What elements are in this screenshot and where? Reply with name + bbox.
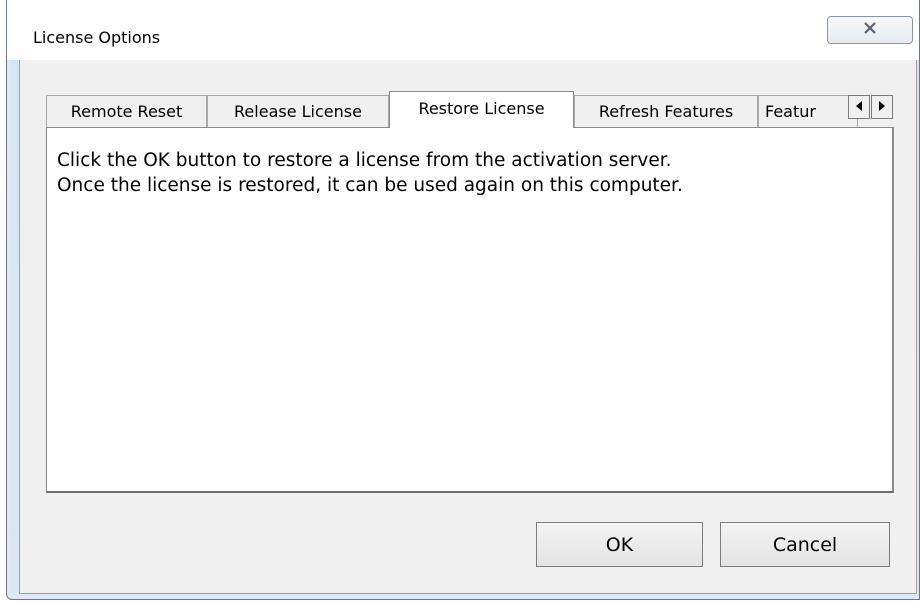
close-button[interactable] (827, 16, 913, 44)
tab-features[interactable]: Featur (758, 95, 858, 127)
tab-release-license[interactable]: Release License (207, 95, 389, 127)
tab-scroll-left-button[interactable] (848, 95, 870, 119)
tab-label: Featur (765, 102, 816, 121)
ok-button-label: OK (605, 533, 634, 556)
tab-strip: Remote Reset Release License Restore Lic… (46, 91, 896, 128)
tab-label: Release License (234, 102, 362, 121)
ok-button[interactable]: OK (536, 522, 703, 567)
tab-refresh-features[interactable]: Refresh Features (574, 95, 758, 127)
tab-label: Remote Reset (70, 102, 183, 121)
close-icon (863, 21, 877, 39)
title-bar[interactable]: License Options (7, 0, 919, 60)
arrow-right-icon (878, 98, 886, 116)
instruction-text: Click the OK button to restore a license… (57, 150, 683, 196)
arrow-left-icon (855, 98, 863, 116)
tab-scroll-right-button[interactable] (871, 95, 893, 119)
tab-label: Restore License (418, 99, 545, 118)
window-title: License Options (33, 28, 161, 47)
tab-label: Refresh Features (598, 102, 734, 121)
cancel-button[interactable]: Cancel (720, 522, 890, 567)
tab-panel-restore-license: Click the OK button to restore a license… (46, 127, 894, 493)
tab-restore-license[interactable]: Restore License (389, 91, 574, 128)
tab-remote-reset[interactable]: Remote Reset (46, 95, 207, 127)
cancel-button-label: Cancel (772, 533, 838, 556)
